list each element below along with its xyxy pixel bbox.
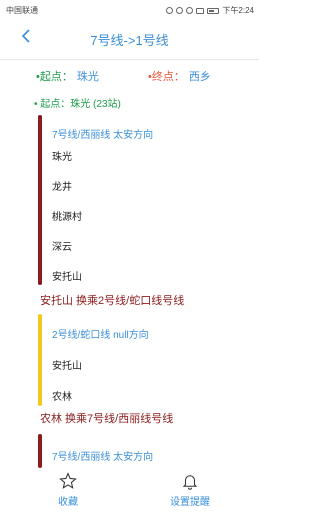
station-item[interactable]: 桃源村 xyxy=(52,208,82,223)
station-item[interactable]: 珠光 xyxy=(52,148,72,163)
station-item[interactable]: 深云 xyxy=(52,238,72,253)
star-icon xyxy=(59,472,77,489)
start-summary: •起点： 珠光 xyxy=(36,68,99,84)
favorite-button[interactable]: 收藏 xyxy=(18,472,118,508)
start-value: 珠光 xyxy=(76,71,99,83)
set-reminder-button[interactable]: 设置提醒 xyxy=(140,472,240,508)
segment-direction-label: 2号线/蛇口线 null方向 xyxy=(52,330,149,341)
end-value: 西乡 xyxy=(188,71,211,83)
station-item[interactable]: 安托山 xyxy=(52,268,82,283)
status-time: 下午2:24 xyxy=(222,6,254,15)
end-summary: •终点： 西乡 xyxy=(148,68,211,84)
status-bar: 中国联通 下午2:24 xyxy=(0,0,259,18)
status-right: 下午2:24 xyxy=(166,5,254,16)
alarm-icon xyxy=(176,7,184,14)
bell-icon xyxy=(182,475,198,490)
reminder-label: 设置提醒 xyxy=(170,497,210,508)
start-line-text: 起点：珠光 (23站) xyxy=(40,99,121,110)
header-divider xyxy=(0,59,259,60)
transfer-note: 农林 换乘7号线/西丽线号线 xyxy=(40,413,174,425)
location-icon xyxy=(166,7,174,14)
route-start-line: • 起点：珠光 (23站) xyxy=(34,95,121,110)
start-label: 起点： xyxy=(39,71,73,83)
signal-icon xyxy=(196,7,205,14)
carrier-name: 中国联通 xyxy=(6,6,38,15)
segment-direction-label: 7号线/西丽线 太安方向 xyxy=(52,130,154,141)
segment-direction-label: 7号线/西丽线 太安方向 xyxy=(52,452,154,463)
wifi-icon xyxy=(186,7,194,14)
favorite-label: 收藏 xyxy=(58,497,78,508)
bottom-nav: 收藏 设置提醒 xyxy=(0,468,259,518)
battery-icon xyxy=(207,7,220,14)
segment-line-bar xyxy=(38,314,42,406)
page-title: 7号线->1号线 xyxy=(90,33,169,48)
transfer-note: 安托山 换乘2号线/蛇口线号线 xyxy=(40,295,185,307)
segment-line-bar xyxy=(38,115,42,285)
segment-line-bar xyxy=(38,434,42,468)
station-item[interactable]: 农林 xyxy=(52,388,72,403)
end-label: 终点： xyxy=(151,71,185,83)
station-item[interactable]: 安托山 xyxy=(52,357,82,372)
station-item[interactable]: 龙井 xyxy=(52,178,72,193)
header: 7号线->1号线 xyxy=(0,22,259,56)
